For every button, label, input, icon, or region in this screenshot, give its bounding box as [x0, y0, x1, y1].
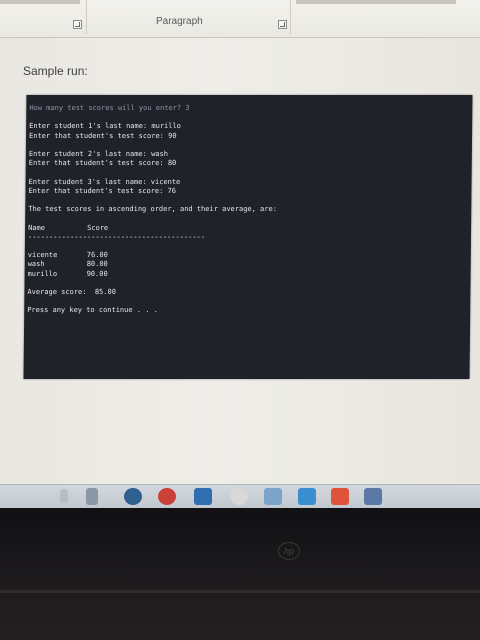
console-line: Average score: 85.00: [27, 288, 116, 297]
console-line: Enter student 3's last name: vicente: [28, 177, 181, 186]
console-line: Enter that student's test score: 76: [28, 186, 177, 195]
app-icon[interactable]: [298, 488, 316, 505]
photos-icon[interactable]: [264, 488, 282, 505]
multitask-icon[interactable]: [86, 488, 98, 505]
console-line: Enter student 2's last name: wash: [28, 150, 168, 159]
chrome-icon[interactable]: [158, 488, 176, 505]
ribbon-separator: [86, 0, 87, 34]
paragraph-group-label: Paragraph: [156, 16, 203, 27]
ribbon-styles-strip: [296, 0, 456, 4]
taskbar: [0, 484, 480, 508]
ribbon-separator: [290, 0, 291, 34]
console-text: How many test scores will you enter? 3 E…: [27, 104, 278, 316]
console-line: Press any key to continue . . .: [27, 306, 158, 315]
console-line: ----------------------------------------…: [27, 232, 206, 241]
paint-icon[interactable]: [364, 488, 382, 505]
console-line: vicente 76.00: [27, 251, 108, 260]
console-line: Enter that student's test score: 90: [29, 131, 177, 140]
sample-run-label: Sample run:: [23, 64, 88, 78]
font-dialog-launcher-icon[interactable]: [73, 20, 82, 29]
media-player-icon[interactable]: [124, 488, 142, 505]
console-line: The test scores in ascending order, and …: [28, 205, 277, 214]
laptop-screen: Paragraph Sample run: How many test scor…: [0, 0, 480, 508]
bezel-edge: [0, 590, 480, 593]
console-line: murillo 90.00: [27, 269, 108, 278]
laptop-bezel: hp: [0, 508, 480, 640]
ribbon-top-strip: [0, 0, 80, 4]
console-line: wash 80.00: [27, 260, 108, 269]
console-line: Enter that student's test score: 80: [28, 159, 177, 168]
console-output-window: How many test scores will you enter? 3 E…: [23, 95, 473, 379]
file-explorer-icon[interactable]: [194, 488, 212, 505]
console-line: Enter student 1's last name: murillo: [29, 122, 181, 131]
browser-icon[interactable]: [230, 488, 248, 505]
word-ribbon: Paragraph: [0, 0, 480, 38]
task-view-icon[interactable]: [60, 489, 68, 503]
hp-logo: hp: [278, 542, 300, 560]
console-line: How many test scores will you enter? 3: [29, 104, 190, 112]
windows-store-icon[interactable]: [331, 488, 349, 505]
paragraph-dialog-launcher-icon[interactable]: [278, 20, 287, 29]
console-line: Name Score: [28, 223, 109, 232]
